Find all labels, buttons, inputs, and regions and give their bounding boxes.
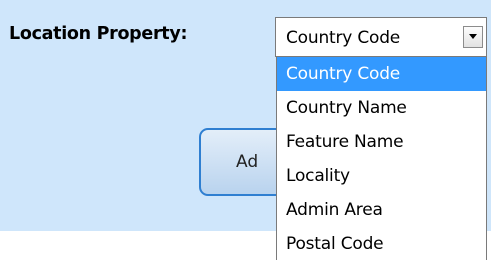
dropdown-option-admin-area[interactable]: Admin Area (277, 193, 486, 227)
dropdown-option-locality[interactable]: Locality (277, 159, 486, 193)
chevron-down-icon (469, 34, 477, 39)
location-property-label: Location Property: (9, 24, 188, 44)
location-property-select[interactable]: Country Code (275, 17, 487, 57)
dropdown-option-feature-name[interactable]: Feature Name (277, 125, 486, 159)
dropdown-option-country-name[interactable]: Country Name (277, 91, 486, 125)
dropdown-arrow-button[interactable] (463, 26, 483, 48)
location-property-dropdown-list: Country Code Country Name Feature Name L… (276, 57, 487, 260)
select-current-value: Country Code (286, 28, 401, 48)
add-button-label: Ad (236, 152, 259, 172)
dropdown-option-postal-code[interactable]: Postal Code (277, 227, 486, 260)
dropdown-option-country-code[interactable]: Country Code (277, 57, 486, 91)
